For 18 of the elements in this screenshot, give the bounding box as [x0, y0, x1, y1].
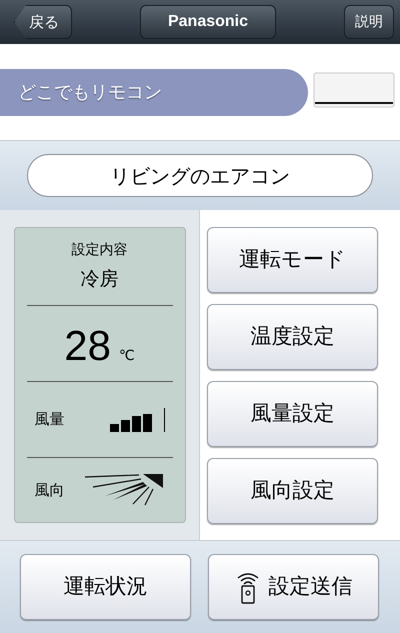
- settings-heading: 設定内容: [72, 240, 128, 260]
- menu-button[interactable]: 風向設定: [207, 458, 378, 524]
- device-name-label: リビングのエアコン: [27, 154, 373, 197]
- back-button[interactable]: 戻る: [14, 5, 72, 39]
- send-settings-button[interactable]: 設定送信: [208, 554, 379, 620]
- fan-speed-label: 風量: [34, 409, 64, 430]
- mode-value: 冷房: [80, 266, 118, 292]
- temperature-unit: ℃: [118, 347, 135, 366]
- wind-direction-icon: [82, 474, 164, 506]
- banner-label: どこでもリモコン: [0, 68, 308, 116]
- status-button[interactable]: 運転状況: [20, 554, 191, 620]
- help-button[interactable]: 説明: [344, 5, 394, 39]
- menu-button[interactable]: 運転モード: [207, 226, 378, 292]
- wind-direction-label: 風向: [34, 480, 64, 501]
- brand-title: Panasonic: [140, 5, 276, 39]
- menu-button[interactable]: 温度設定: [207, 304, 378, 370]
- menu-button[interactable]: 風量設定: [207, 380, 378, 446]
- temperature-value: 28: [64, 325, 111, 367]
